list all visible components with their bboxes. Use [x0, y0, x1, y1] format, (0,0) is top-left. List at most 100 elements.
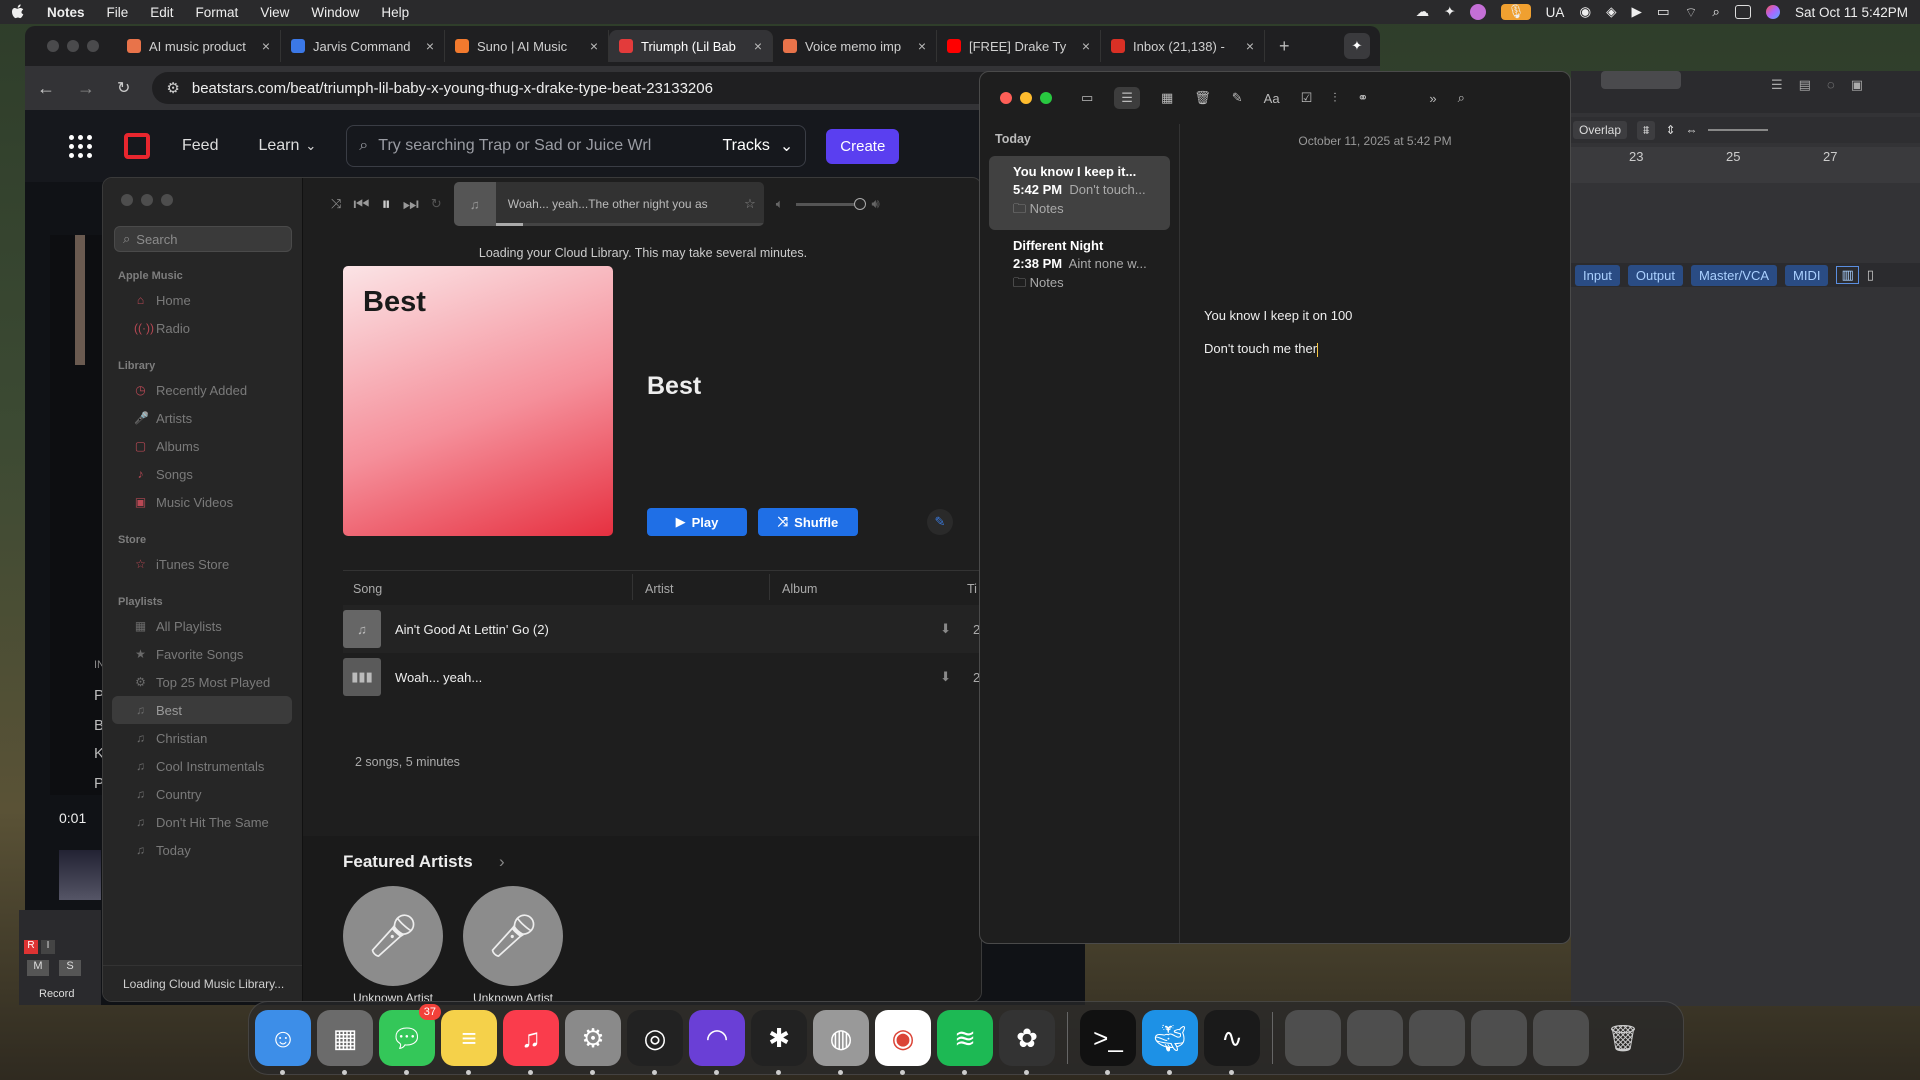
- minimize-dot[interactable]: [67, 40, 79, 52]
- browser-tab[interactable]: Triumph (Lil Bab ×: [609, 30, 773, 62]
- solo-button[interactable]: S: [59, 960, 81, 976]
- spotlight-icon[interactable]: ⌕: [1712, 4, 1720, 20]
- playback-progress-track[interactable]: [495, 223, 764, 226]
- notepad-icon[interactable]: ▤: [1799, 77, 1811, 93]
- battery-icon[interactable]: ▭: [1657, 4, 1670, 20]
- more-chevron-icon[interactable]: »: [1429, 91, 1436, 106]
- sidebar-item[interactable]: ▣ Music Videos: [112, 488, 292, 516]
- close-tab-icon[interactable]: ×: [918, 38, 926, 54]
- dock-chatgpt-icon[interactable]: ✿: [999, 1010, 1055, 1075]
- beatstars-search[interactable]: ⌕ Try searching Trap or Sad or Juice Wrl…: [346, 125, 807, 167]
- zoom-dot[interactable]: [161, 194, 173, 206]
- pause-icon[interactable]: ⏸: [382, 194, 391, 215]
- repeat-icon[interactable]: ↻: [431, 196, 442, 212]
- gemini-icon[interactable]: ✦: [1344, 33, 1370, 59]
- close-tab-icon[interactable]: ×: [754, 38, 762, 54]
- menu-view[interactable]: View: [249, 5, 300, 20]
- browser-icon[interactable]: ▣: [1851, 77, 1863, 93]
- featured-title[interactable]: Featured Artists: [343, 852, 473, 872]
- chevron-right-icon[interactable]: ›: [499, 852, 505, 872]
- sparkle-icon[interactable]: ✦: [1444, 4, 1455, 20]
- dock-notes-icon[interactable]: ≡: [441, 1010, 497, 1075]
- sidebar-item[interactable]: ♫ Cool Instrumentals: [112, 752, 292, 780]
- minimize-dot[interactable]: [141, 194, 153, 206]
- dock-window-2-icon[interactable]: [1409, 1010, 1465, 1066]
- dock-messages-icon[interactable]: 💬︎ 37: [379, 1004, 441, 1075]
- forward-icon[interactable]: →: [77, 78, 95, 99]
- dock-chrome-icon[interactable]: ◉: [875, 1010, 931, 1075]
- browser-tab[interactable]: Suno | AI Music ×: [445, 30, 609, 62]
- dock-window-4-icon[interactable]: [1533, 1010, 1589, 1066]
- tab-midi[interactable]: MIDI: [1785, 264, 1829, 286]
- column-song[interactable]: Song: [353, 582, 382, 596]
- note-item[interactable]: You know I keep it... 5:42 PM Don't touc…: [989, 156, 1170, 230]
- siri-icon[interactable]: [1765, 5, 1780, 19]
- download-icon[interactable]: ⬇: [940, 621, 951, 637]
- sidebar-item[interactable]: 🎤 Artists: [112, 404, 292, 432]
- sidebar-item[interactable]: ⌂ Home: [112, 286, 292, 314]
- tab-master-vca[interactable]: Master/VCA: [1690, 264, 1778, 286]
- site-info-icon[interactable]: ⚙: [166, 79, 179, 97]
- close-tab-icon[interactable]: ×: [262, 38, 270, 54]
- volume-slider[interactable]: [795, 197, 866, 210]
- new-tab-icon[interactable]: +: [1265, 36, 1304, 57]
- close-tab-icon[interactable]: ×: [1246, 38, 1254, 54]
- microphone-icon[interactable]: 🎙: [1501, 4, 1531, 20]
- minimize-dot[interactable]: [1020, 92, 1032, 104]
- clock[interactable]: Sat Oct 11 5:42PM: [1795, 5, 1908, 20]
- reload-icon[interactable]: ↻: [117, 78, 130, 98]
- control-center-icon[interactable]: [1734, 5, 1751, 19]
- menu-edit[interactable]: Edit: [139, 5, 184, 20]
- close-dot[interactable]: [47, 40, 59, 52]
- search-icon[interactable]: ⌕: [1458, 90, 1465, 106]
- vpn-icon[interactable]: ◉: [1579, 4, 1591, 20]
- dock-trash-icon[interactable]: 🗑︎: [1595, 1010, 1651, 1066]
- artist-avatar[interactable]: 🎤︎: [463, 886, 563, 986]
- compose-icon[interactable]: ✎: [1232, 90, 1243, 106]
- zoom-dot[interactable]: [1040, 92, 1052, 104]
- dock-logic-icon[interactable]: ◎: [627, 1010, 683, 1075]
- beatstars-logo-icon[interactable]: [124, 133, 150, 159]
- artist-avatar[interactable]: 🎤︎: [343, 886, 443, 986]
- search-scope[interactable]: Tracks: [722, 137, 769, 155]
- logic-ruler[interactable]: 23 25 27: [1571, 147, 1920, 183]
- menu-format[interactable]: Format: [185, 5, 250, 20]
- sidebar-item[interactable]: ★ Favorite Songs: [112, 640, 292, 668]
- create-button[interactable]: Create: [826, 128, 900, 164]
- apps-grid-icon[interactable]: [69, 134, 92, 158]
- purple-app-icon[interactable]: [1470, 4, 1487, 20]
- overlap-select[interactable]: Overlap: [1573, 121, 1628, 139]
- waveform-icon[interactable]: ⩩: [1637, 120, 1656, 140]
- note-body[interactable]: You know I keep it on 100 Don't touch me…: [1180, 148, 1570, 357]
- browser-tab[interactable]: Inbox (21,138) - ×: [1101, 30, 1265, 62]
- download-icon[interactable]: ⬇: [940, 669, 951, 685]
- previous-icon[interactable]: ⏮: [353, 194, 369, 215]
- dock-compressor-icon[interactable]: ◍: [813, 1010, 869, 1075]
- sidebar-toggle-icon[interactable]: ▭: [1081, 90, 1093, 106]
- format-icon[interactable]: Aa: [1264, 91, 1280, 106]
- sidebar-item[interactable]: ▦ All Playlists: [112, 612, 292, 640]
- browser-tab[interactable]: Jarvis Command ×: [281, 30, 445, 62]
- player-thumbnail[interactable]: [59, 850, 101, 900]
- volume-knob[interactable]: [853, 197, 866, 210]
- sidebar-item[interactable]: ♫ Country: [112, 780, 292, 808]
- zoom-vertical-icon[interactable]: ⇕: [1665, 123, 1675, 137]
- note-item[interactable]: Different Night 2:38 PM Aint none w... 🗀…: [989, 230, 1170, 304]
- sidebar-item[interactable]: ▢ Albums: [112, 432, 292, 460]
- column-album[interactable]: Album: [782, 582, 817, 596]
- dock-launchpad-icon[interactable]: ▦: [317, 1010, 373, 1075]
- nav-learn[interactable]: Learn: [258, 137, 299, 155]
- song-row[interactable]: ▮▮▮ Woah... yeah... ⬇ 2:: [343, 653, 981, 701]
- close-tab-icon[interactable]: ×: [1082, 38, 1090, 54]
- dock-window-3-icon[interactable]: [1471, 1010, 1527, 1066]
- playlist-artwork[interactable]: Best: [343, 266, 613, 536]
- sidebar-item[interactable]: ((·)) Radio: [112, 314, 292, 342]
- list-icon[interactable]: ☰: [1771, 77, 1783, 93]
- mute-button[interactable]: M: [27, 960, 49, 976]
- sidebar-item[interactable]: ♫ Today: [112, 836, 292, 864]
- input-monitor-button[interactable]: I: [41, 940, 55, 954]
- tab-input[interactable]: Input: [1575, 264, 1620, 286]
- edit-icon[interactable]: ✎: [927, 509, 953, 535]
- dock-finder-icon[interactable]: ☺: [255, 1010, 311, 1075]
- now-playing-lcd[interactable]: ♫ Woah... yeah...The other night you as …: [453, 182, 764, 226]
